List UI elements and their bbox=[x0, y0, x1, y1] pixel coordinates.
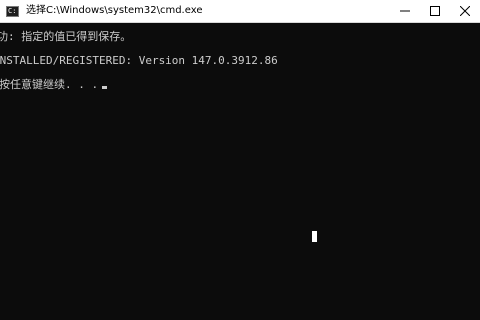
press-any-key-text: 请按任意键继续. . . bbox=[0, 78, 99, 91]
minimize-icon bbox=[400, 10, 410, 12]
output-line-version: INSTALLED/REGISTERED: Version 147.0.3912… bbox=[0, 54, 278, 67]
console-output[interactable]: 成功: 指定的值已得到保存。 INSTALLED/REGISTERED: Ver… bbox=[0, 23, 480, 320]
output-line-prompt: 请按任意键继续. . . bbox=[0, 78, 108, 92]
mouse-pointer bbox=[312, 231, 317, 242]
output-line-success: 成功: 指定的值已得到保存。 bbox=[0, 30, 132, 43]
close-icon bbox=[460, 6, 470, 16]
cmd-icon[interactable]: C: bbox=[6, 6, 19, 17]
cmd-window: C: 选择C:\Windows\system32\cmd.exe 成功: 指定的… bbox=[0, 0, 480, 320]
close-button[interactable] bbox=[450, 0, 480, 22]
window-controls bbox=[390, 0, 480, 22]
title-bar[interactable]: C: 选择C:\Windows\system32\cmd.exe bbox=[0, 0, 480, 23]
text-cursor bbox=[102, 86, 108, 89]
window-title: 选择C:\Windows\system32\cmd.exe bbox=[26, 5, 203, 16]
maximize-button[interactable] bbox=[420, 0, 450, 22]
maximize-icon bbox=[430, 6, 440, 16]
minimize-button[interactable] bbox=[390, 0, 420, 22]
